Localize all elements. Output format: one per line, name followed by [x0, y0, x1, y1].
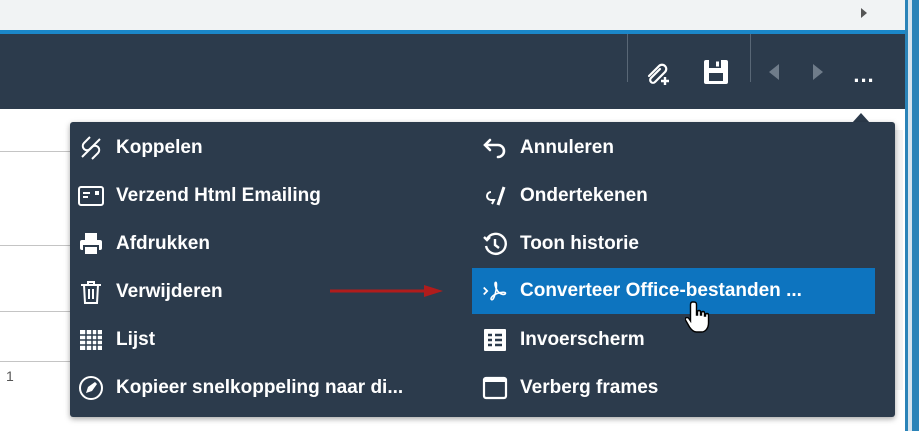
grid-row-number: 1	[6, 368, 14, 384]
grid-line	[0, 361, 70, 362]
scroll-right-arrow-icon[interactable]	[861, 8, 867, 18]
right-edge-panel	[905, 0, 919, 431]
next-button[interactable]	[806, 62, 830, 86]
menu-item-kopieer-snelkoppeling[interactable]: Kopieer snelkoppeling naar di...	[76, 368, 466, 408]
grid-line	[0, 245, 70, 246]
pin-icon	[78, 375, 104, 401]
hand-cursor-icon	[685, 301, 710, 333]
window-icon	[482, 375, 508, 401]
printer-icon	[78, 231, 104, 257]
grid-line	[0, 151, 70, 152]
previous-button[interactable]	[762, 62, 786, 86]
save-button[interactable]	[700, 58, 732, 90]
menu-item-verzend-html-emailing[interactable]: Verzend Html Emailing	[76, 176, 466, 216]
floppy-disk-icon	[703, 59, 729, 90]
menu-item-toon-historie[interactable]: Toon historie	[472, 224, 875, 264]
form-icon	[482, 327, 508, 353]
trash-icon	[78, 279, 104, 305]
chevron-right-icon	[811, 63, 825, 86]
menu-item-afdrukken[interactable]: Afdrukken	[76, 224, 466, 264]
paperclip-plus-icon	[643, 58, 673, 93]
link-icon	[78, 135, 104, 161]
menu-item-ondertekenen[interactable]: Ondertekenen	[472, 176, 875, 216]
email-card-icon	[78, 183, 104, 209]
undo-icon	[482, 135, 508, 161]
history-icon	[482, 231, 508, 257]
menu-item-annuleren[interactable]: Annuleren	[472, 128, 875, 168]
menu-item-lijst[interactable]: Lijst	[76, 320, 466, 360]
menu-item-invoerscherm[interactable]: Invoerscherm	[472, 320, 875, 360]
more-button[interactable]: ...	[846, 60, 882, 90]
signature-icon	[482, 183, 508, 209]
menu-item-koppelen[interactable]: Koppelen	[76, 128, 466, 168]
list-icon	[78, 327, 104, 353]
attach-add-button[interactable]	[640, 57, 676, 93]
menu-item-verberg-frames[interactable]: Verberg frames	[472, 368, 875, 408]
top-strip	[0, 0, 919, 30]
grid-line	[0, 311, 70, 312]
pdf-icon	[482, 278, 508, 304]
menu-item-converteer-office-bestanden[interactable]: Converteer Office-bestanden ...	[472, 268, 875, 314]
annotation-arrow	[330, 285, 443, 297]
toolbar-separator	[627, 34, 628, 82]
toolbar-separator	[750, 34, 751, 82]
chevron-left-icon	[767, 63, 781, 86]
